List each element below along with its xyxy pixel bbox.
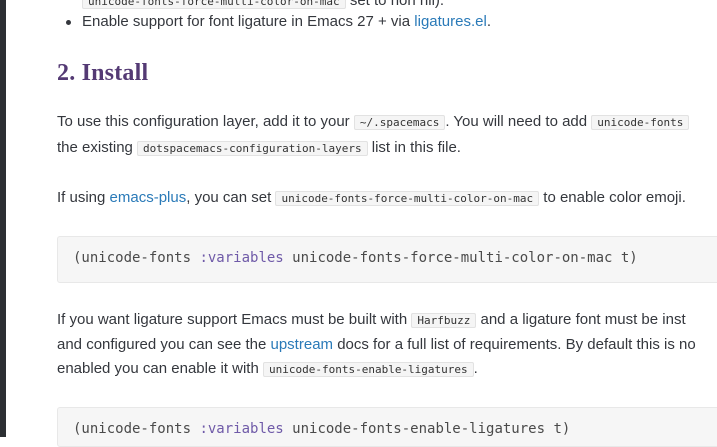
bullet-icon — [66, 20, 71, 25]
list-item: unicode-fonts-force-multi-color-on-mac s… — [82, 0, 444, 12]
code-block-text: (unicode-fonts :variables unicode-fonts-… — [73, 421, 571, 437]
code-block: (unicode-fonts :variables unicode-fonts-… — [57, 407, 717, 447]
paragraph-line: If you want ligature support Emacs must … — [57, 310, 686, 331]
inline-code: unicode-fonts-force-multi-color-on-mac — [82, 0, 346, 9]
inline-code: ~/.spacemacs — [353, 115, 446, 130]
paragraph-text: and configured you can see the — [57, 336, 271, 353]
paragraph-text: the existing — [57, 139, 138, 156]
paragraph-line: enabled you can enable it with unicode-f… — [57, 359, 478, 380]
inline-code: unicode-fonts-enable-ligatures — [262, 362, 474, 377]
paragraph-line: To use this configuration layer, add it … — [57, 112, 690, 133]
emacs-plus-link[interactable]: emacs-plus — [110, 189, 187, 206]
paragraph-line: the existing dotspacemacs-configuration-… — [57, 138, 461, 159]
list-item-text: . — [486, 13, 491, 30]
list-item: Enable support for font ligature in Emac… — [66, 12, 491, 32]
left-sidebar-edge — [0, 0, 6, 437]
inline-code: unicode-fonts-force-multi-color-on-mac — [275, 191, 540, 206]
paragraph-text: , you can set — [186, 189, 276, 206]
code-block: (unicode-fonts :variables unicode-fonts-… — [57, 236, 717, 283]
section-heading: 2. Install — [57, 60, 149, 86]
paragraph-text: docs for a full list of requirements. By… — [333, 336, 696, 353]
paragraph-text: enabled you can enable it with — [57, 360, 263, 377]
code-block-text: (unicode-fonts :variables unicode-fonts-… — [73, 250, 638, 266]
paragraph-line: If using emacs-plus, you can set unicode… — [57, 188, 686, 209]
paragraph-text: list in this file. — [367, 139, 461, 156]
inline-code: unicode-fonts — [591, 115, 690, 130]
inline-code: Harfbuzz — [411, 313, 477, 328]
paragraph-text: and a ligature font must be inst — [476, 311, 686, 328]
paragraph-text: to enable color emoji. — [539, 189, 686, 206]
paragraph-text: . You will need to add — [445, 113, 592, 130]
ligatures-el-link[interactable]: ligatures.el — [414, 13, 487, 30]
list-item-text: set to non nil). — [345, 0, 445, 9]
paragraph-text: If using — [57, 189, 110, 206]
upstream-link[interactable]: upstream — [271, 336, 334, 353]
inline-code: dotspacemacs-configuration-layers — [137, 141, 368, 156]
paragraph-text: . — [473, 360, 478, 377]
paragraph-text: To use this configuration layer, add it … — [57, 113, 354, 130]
list-item-text: Enable support for font ligature in Emac… — [82, 13, 415, 30]
paragraph-text: If you want ligature support Emacs must … — [57, 311, 412, 328]
paragraph-line: and configured you can see the upstream … — [57, 335, 696, 355]
